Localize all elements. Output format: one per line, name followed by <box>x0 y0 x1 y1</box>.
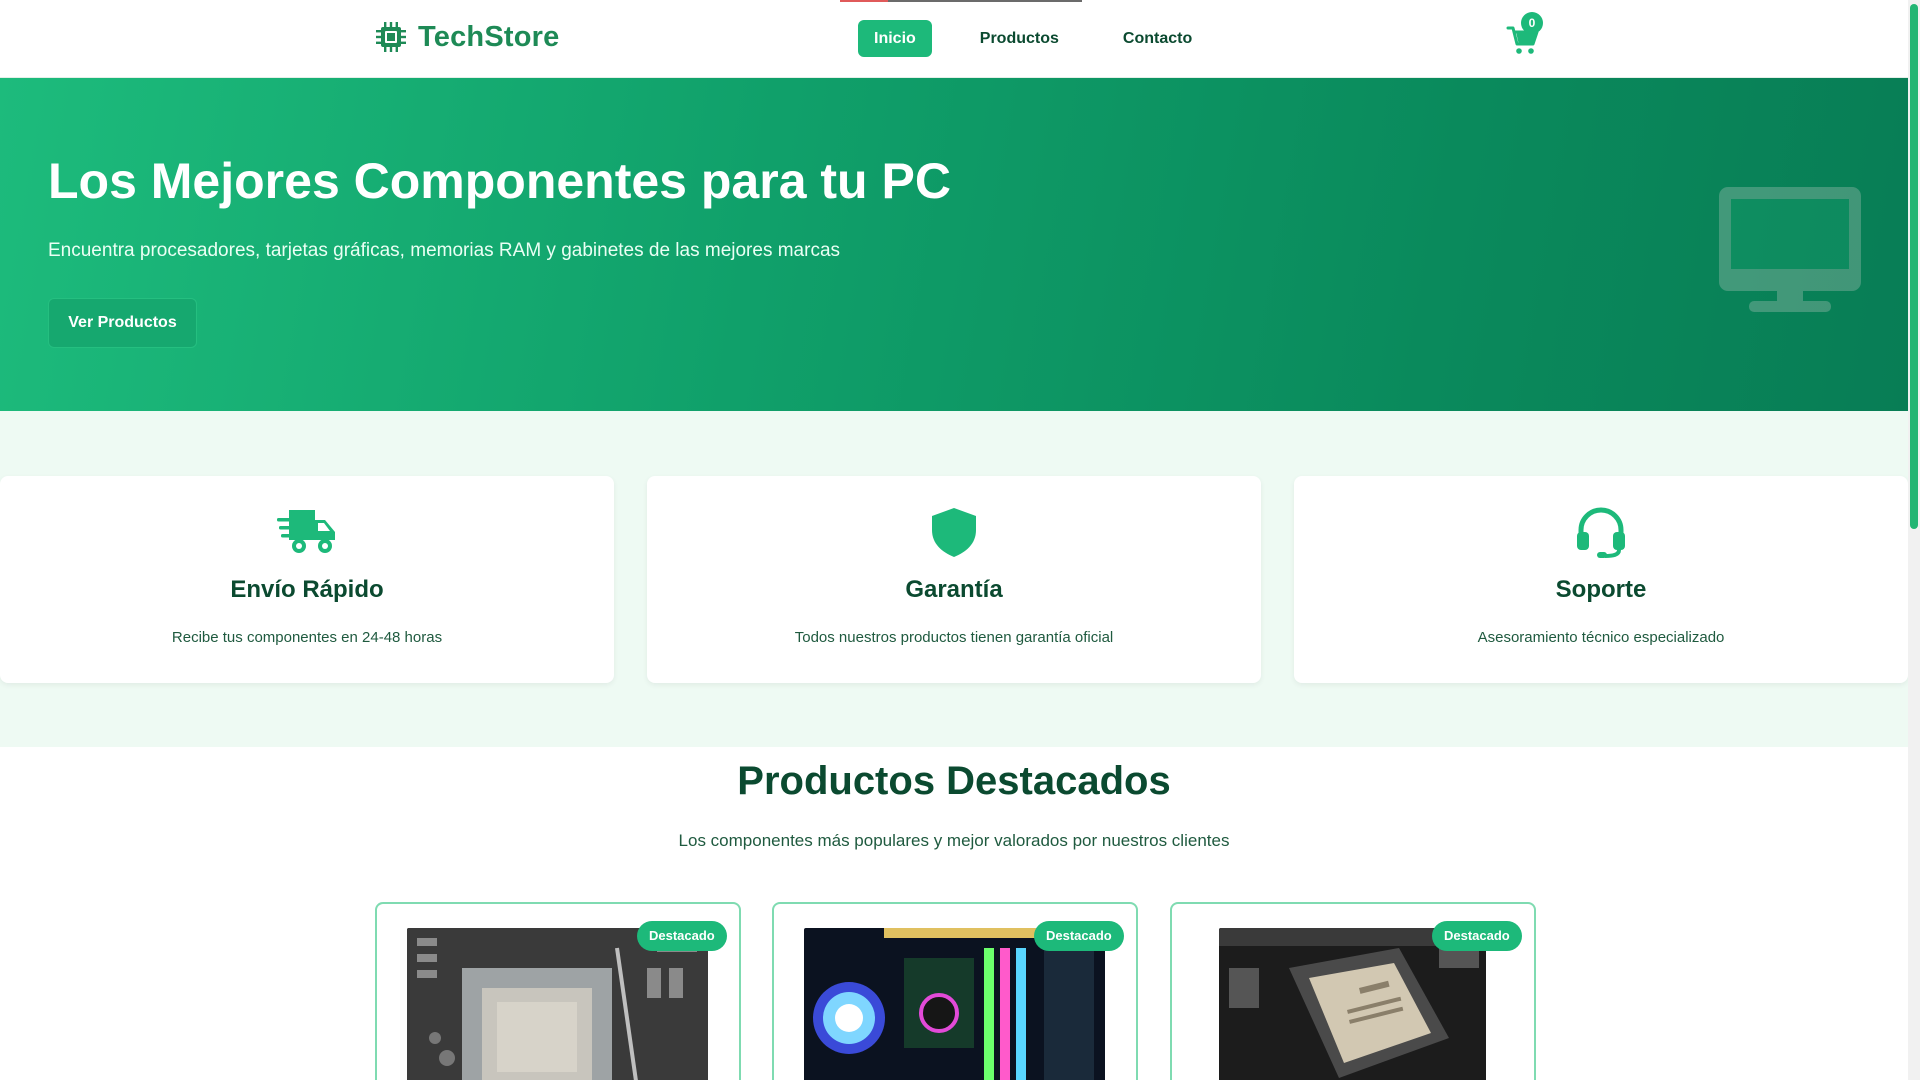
desktop-monitor-icon <box>1719 187 1861 312</box>
headset-icon <box>1577 507 1625 558</box>
hero-banner: Los Mejores Componentes para tu PC Encue… <box>0 78 1908 411</box>
section-title: Productos Destacados <box>737 759 1171 803</box>
nav-item-inicio[interactable]: Inicio <box>858 20 932 57</box>
feature-text: Asesoramiento técnico especializado <box>1477 629 1725 646</box>
feature-title: Soporte <box>1555 576 1647 603</box>
product-card[interactable]: Destacado <box>375 902 741 1080</box>
scrollbar-thumb[interactable] <box>1910 4 1918 529</box>
featured-badge: Destacado <box>637 921 727 951</box>
featured-badge: Destacado <box>1432 921 1522 951</box>
featured-badge: Destacado <box>1034 921 1124 951</box>
hero-subtitle: Encuentra procesadores, tarjetas gráfica… <box>48 240 841 261</box>
feature-card-warranty: Garantía Todos nuestros productos tienen… <box>647 476 1261 683</box>
nav-active-indicator <box>840 0 1082 2</box>
cart-count-badge: 0 <box>1521 12 1543 34</box>
view-products-button[interactable]: Ver Productos <box>48 298 197 348</box>
feature-text: Todos nuestros productos tienen garantía… <box>794 629 1114 646</box>
main-nav: Inicio Productos Contacto <box>858 20 1208 57</box>
feature-card-support: Soporte Asesoramiento técnico especializ… <box>1294 476 1908 683</box>
cpu-chip-icon <box>376 22 406 52</box>
features-section: Envío Rápido Recibe tus componentes en 2… <box>0 411 1908 747</box>
product-card[interactable]: Destacado <box>772 902 1138 1080</box>
featured-products-section: Productos Destacados Los componentes más… <box>0 747 1908 1080</box>
feature-title: Envío Rápido <box>230 576 384 603</box>
feature-title: Garantía <box>905 576 1003 603</box>
feature-text: Recibe tus componentes en 24-48 horas <box>171 629 443 646</box>
hero-title: Los Mejores Componentes para tu PC <box>48 153 951 209</box>
nav-item-productos[interactable]: Productos <box>964 20 1075 57</box>
logo-text: TechStore <box>418 20 560 53</box>
site-logo[interactable]: TechStore <box>374 20 559 54</box>
product-card[interactable]: Destacado <box>1170 902 1536 1080</box>
shield-icon <box>932 508 976 557</box>
page-scrollbar[interactable] <box>1908 0 1920 1080</box>
fast-truck-icon <box>277 510 335 553</box>
feature-card-shipping: Envío Rápido Recibe tus componentes en 2… <box>0 476 614 683</box>
nav-item-contacto[interactable]: Contacto <box>1107 20 1208 57</box>
section-subtitle: Los componentes más populares y mejor va… <box>678 831 1230 850</box>
site-header: TechStore Inicio Productos Contacto 0 <box>0 0 1908 78</box>
